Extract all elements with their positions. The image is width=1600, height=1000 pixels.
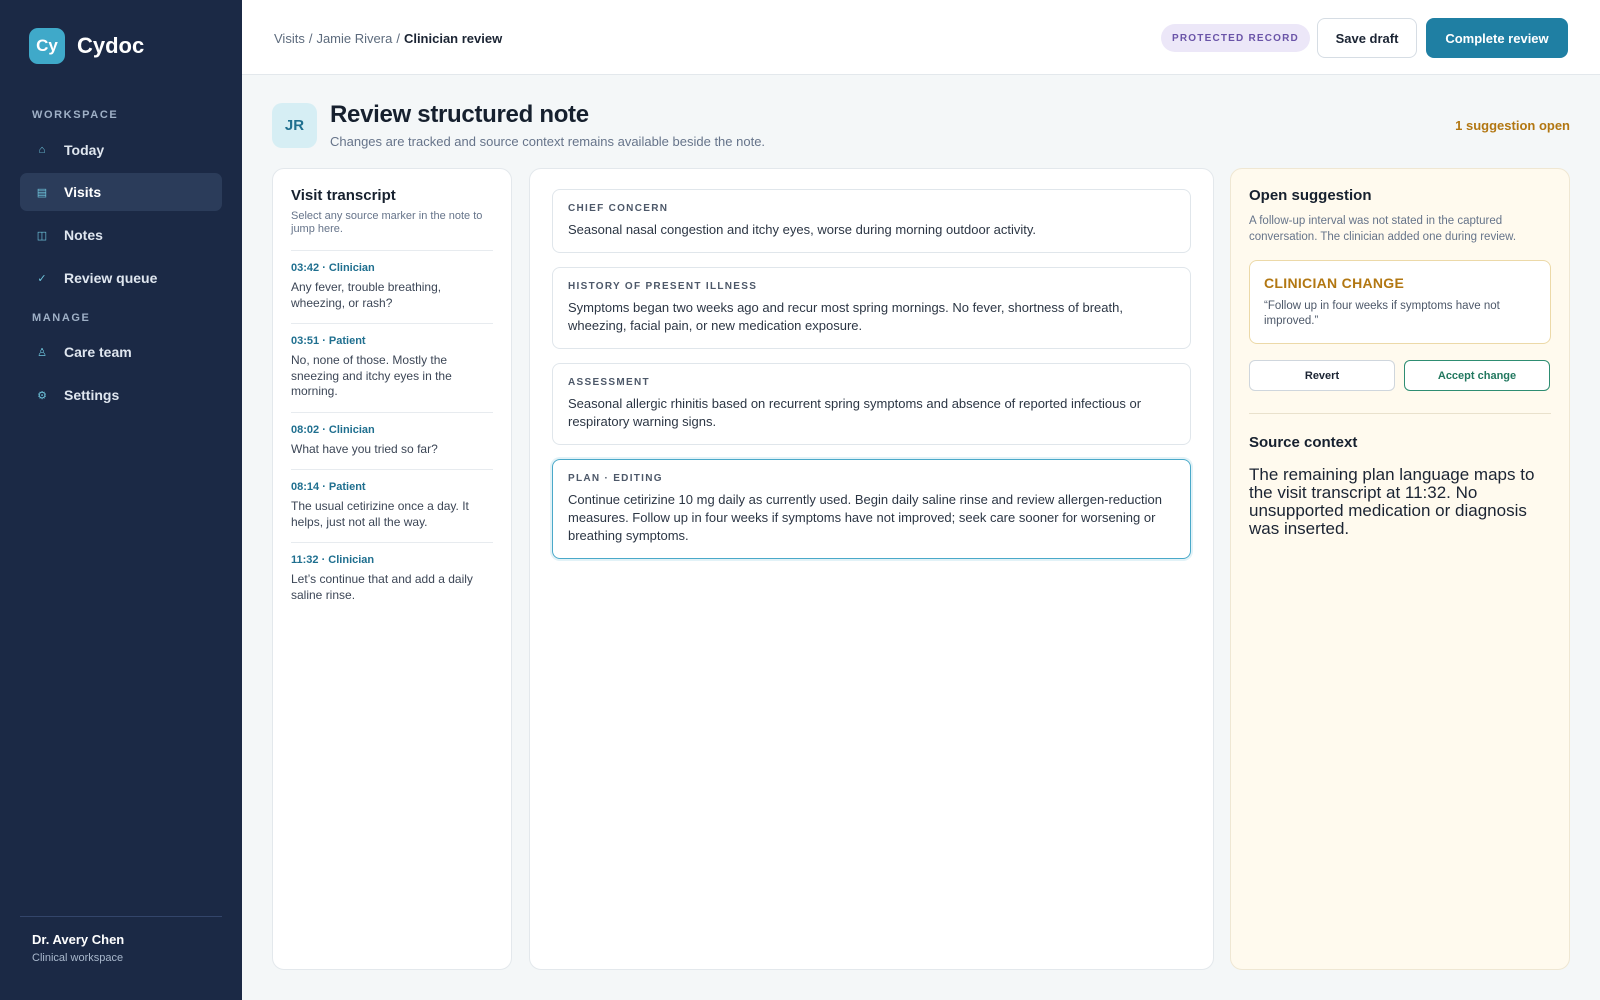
transcript-entry-meta: 08:02 · Clinician (291, 423, 375, 436)
transcript-entry-meta: 11:32 · Clinician (291, 554, 375, 566)
gear-icon: ⚙ (37, 389, 47, 402)
transcript-entry-meta: 03:42 · Clinician (291, 262, 375, 274)
transcript-entry-meta: 08:14 · Patient (291, 481, 366, 493)
change-text: “Follow up in four weeks if symptoms hav… (1264, 300, 1500, 327)
page-title: Review structured note (330, 101, 589, 128)
sidebar-item-today[interactable]: ⌂ Today (20, 131, 222, 169)
transcript-title: Visit transcript (291, 187, 396, 204)
sidebar-item-settings[interactable]: ⚙ Settings (20, 376, 222, 414)
section-label-manage: MANAGE (32, 312, 91, 324)
sidebar: Cy Cydoc WORKSPACE ⌂ Today ▤ Visits ◫ No… (0, 0, 242, 1000)
note-section-label: ASSESSMENT (568, 377, 650, 388)
transcript-entry-text: No, none of those. Mostly the sneezing a… (291, 353, 452, 398)
transcript-entry[interactable]: 03:51 · Patient No, none of those. Mostl… (291, 323, 493, 412)
brand-logo: Cy (29, 28, 65, 64)
suggestion-panel: Open suggestion A follow-up interval was… (1230, 168, 1570, 970)
transcript-entry-text: Any fever, trouble breathing, wheezing, … (291, 280, 442, 310)
check-icon: ✓ (37, 272, 47, 285)
note-section-assessment[interactable]: ASSESSMENT Seasonal allergic rhinitis ba… (552, 363, 1191, 445)
breadcrumb-separator: / (396, 31, 400, 46)
patient-avatar: JR (272, 103, 317, 148)
transcript-entry[interactable]: 03:42 · Clinician Any fever, trouble bre… (291, 250, 493, 323)
accept-change-button[interactable]: Accept change (1404, 360, 1550, 391)
list-icon: ▤ (36, 186, 48, 199)
user-name[interactable]: Dr. Avery Chen (32, 932, 124, 947)
transcript-entry-text: Let’s continue that and add a daily sali… (291, 572, 473, 602)
top-bar: Visits / Jamie Rivera / Clinician review… (242, 0, 1600, 75)
breadcrumb-patient[interactable]: Jamie Rivera (316, 31, 392, 46)
notes-icon: ◫ (36, 229, 48, 242)
transcript-panel: Visit transcript Select any source marke… (272, 168, 512, 970)
clinician-change-card: CLINICIAN CHANGE “Follow up in four week… (1249, 260, 1551, 344)
sidebar-item-review-queue[interactable]: ✓ Review queue (20, 259, 222, 297)
transcript-list: 03:42 · Clinician Any fever, trouble bre… (291, 250, 493, 615)
sidebar-divider (20, 916, 222, 917)
complete-review-button[interactable]: Complete review (1426, 18, 1568, 58)
note-section-text: Symptoms began two weeks ago and recur m… (568, 300, 1123, 333)
sidebar-item-label: Notes (64, 227, 103, 243)
suggestion-count[interactable]: 1 suggestion open (1455, 118, 1570, 133)
transcript-entry[interactable]: 08:14 · Patient The usual cetirizine onc… (291, 469, 493, 542)
brand[interactable]: Cy Cydoc (29, 28, 144, 64)
breadcrumb-separator: / (308, 31, 313, 46)
sidebar-item-label: Visits (64, 184, 102, 200)
note-section-text: Seasonal nasal congestion and itchy eyes… (568, 222, 1037, 237)
protected-record-badge: PROTECTED RECORD (1161, 24, 1310, 52)
note-section-plan-editor[interactable]: PLAN · EDITING Continue cetirizine 10 mg… (552, 459, 1191, 559)
transcript-entry-meta: 03:51 · Patient (291, 335, 366, 347)
source-context-title: Source context (1249, 434, 1358, 451)
transcript-entry[interactable]: 08:02 · Clinician What have you tried so… (291, 411, 493, 470)
transcript-entry-text: What have you tried so far? (291, 441, 438, 456)
note-section-label: PLAN · EDITING (568, 473, 663, 484)
sidebar-item-label: Review queue (64, 270, 158, 286)
note-section-chief-concern[interactable]: CHIEF CONCERN Seasonal nasal congestion … (552, 189, 1191, 253)
sidebar-item-label: Settings (64, 387, 120, 403)
suggestion-actions: Revert Accept change (1249, 360, 1551, 391)
transcript-entry[interactable]: 11:32 · Clinician Let’s continue that an… (291, 542, 493, 615)
sidebar-item-care-team[interactable]: ♙ Care team (20, 333, 222, 371)
source-context-text: The remaining plan language maps to the … (1249, 465, 1535, 538)
sidebar-item-label: Care team (64, 344, 132, 360)
breadcrumb-current: Clinician review (403, 31, 503, 46)
brand-name: Cydoc (77, 33, 145, 58)
breadcrumb-visits[interactable]: Visits (274, 31, 305, 46)
note-section-text[interactable]: Continue cetirizine 10 mg daily as curre… (568, 491, 1175, 545)
transcript-help: Select any source marker in the note to … (291, 210, 483, 235)
structured-note-panel: CHIEF CONCERN Seasonal nasal congestion … (529, 168, 1214, 970)
home-icon: ⌂ (38, 144, 46, 156)
save-draft-button[interactable]: Save draft (1317, 18, 1417, 58)
sidebar-item-visits[interactable]: ▤ Visits (20, 173, 222, 211)
note-section-label: HISTORY OF PRESENT ILLNESS (568, 281, 758, 292)
note-section-label: CHIEF CONCERN (568, 203, 669, 214)
suggestion-description: A follow-up interval was not stated in t… (1249, 215, 1517, 243)
page-subtitle: Changes are tracked and source context r… (330, 134, 766, 149)
transcript-entry-text: The usual cetirizine once a day. It help… (291, 499, 469, 529)
revert-button[interactable]: Revert (1249, 360, 1395, 391)
note-section-text: Seasonal allergic rhinitis based on recu… (568, 396, 1142, 429)
section-label-workspace: WORKSPACE (32, 109, 119, 121)
change-title: CLINICIAN CHANGE (1264, 275, 1405, 291)
person-icon: ♙ (37, 346, 47, 359)
sidebar-item-notes[interactable]: ◫ Notes (20, 216, 222, 254)
breadcrumb: Visits / Jamie Rivera / Clinician review (274, 31, 502, 46)
suggestion-divider (1249, 413, 1551, 414)
note-section-hpi[interactable]: HISTORY OF PRESENT ILLNESS Symptoms bega… (552, 267, 1191, 349)
suggestion-title: Open suggestion (1249, 187, 1372, 204)
user-role: Clinical workspace (32, 952, 124, 964)
sidebar-item-label: Today (64, 142, 105, 158)
